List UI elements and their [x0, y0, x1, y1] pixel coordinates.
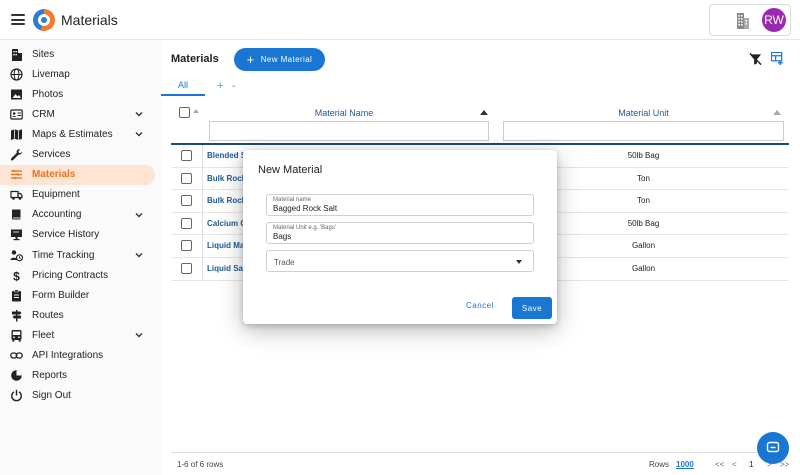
- material-name-input[interactable]: [273, 204, 523, 213]
- new-material-dialog: New Material Material name Material Unit…: [243, 150, 557, 324]
- cancel-button[interactable]: Cancel: [466, 301, 494, 310]
- dialog-title: New Material: [258, 164, 323, 176]
- trade-select[interactable]: Trade: [266, 250, 534, 272]
- material-unit-field[interactable]: Material Unit e.g. 'Bags': [266, 222, 534, 244]
- material-name-label: Material name: [273, 197, 312, 203]
- dropdown-arrow-icon: [516, 260, 522, 264]
- material-unit-input[interactable]: [273, 232, 523, 241]
- material-name-field[interactable]: Material name: [266, 194, 534, 216]
- trade-select-value: Trade: [274, 258, 295, 267]
- material-unit-label: Material Unit e.g. 'Bags': [273, 225, 336, 231]
- save-button[interactable]: Save: [512, 297, 552, 319]
